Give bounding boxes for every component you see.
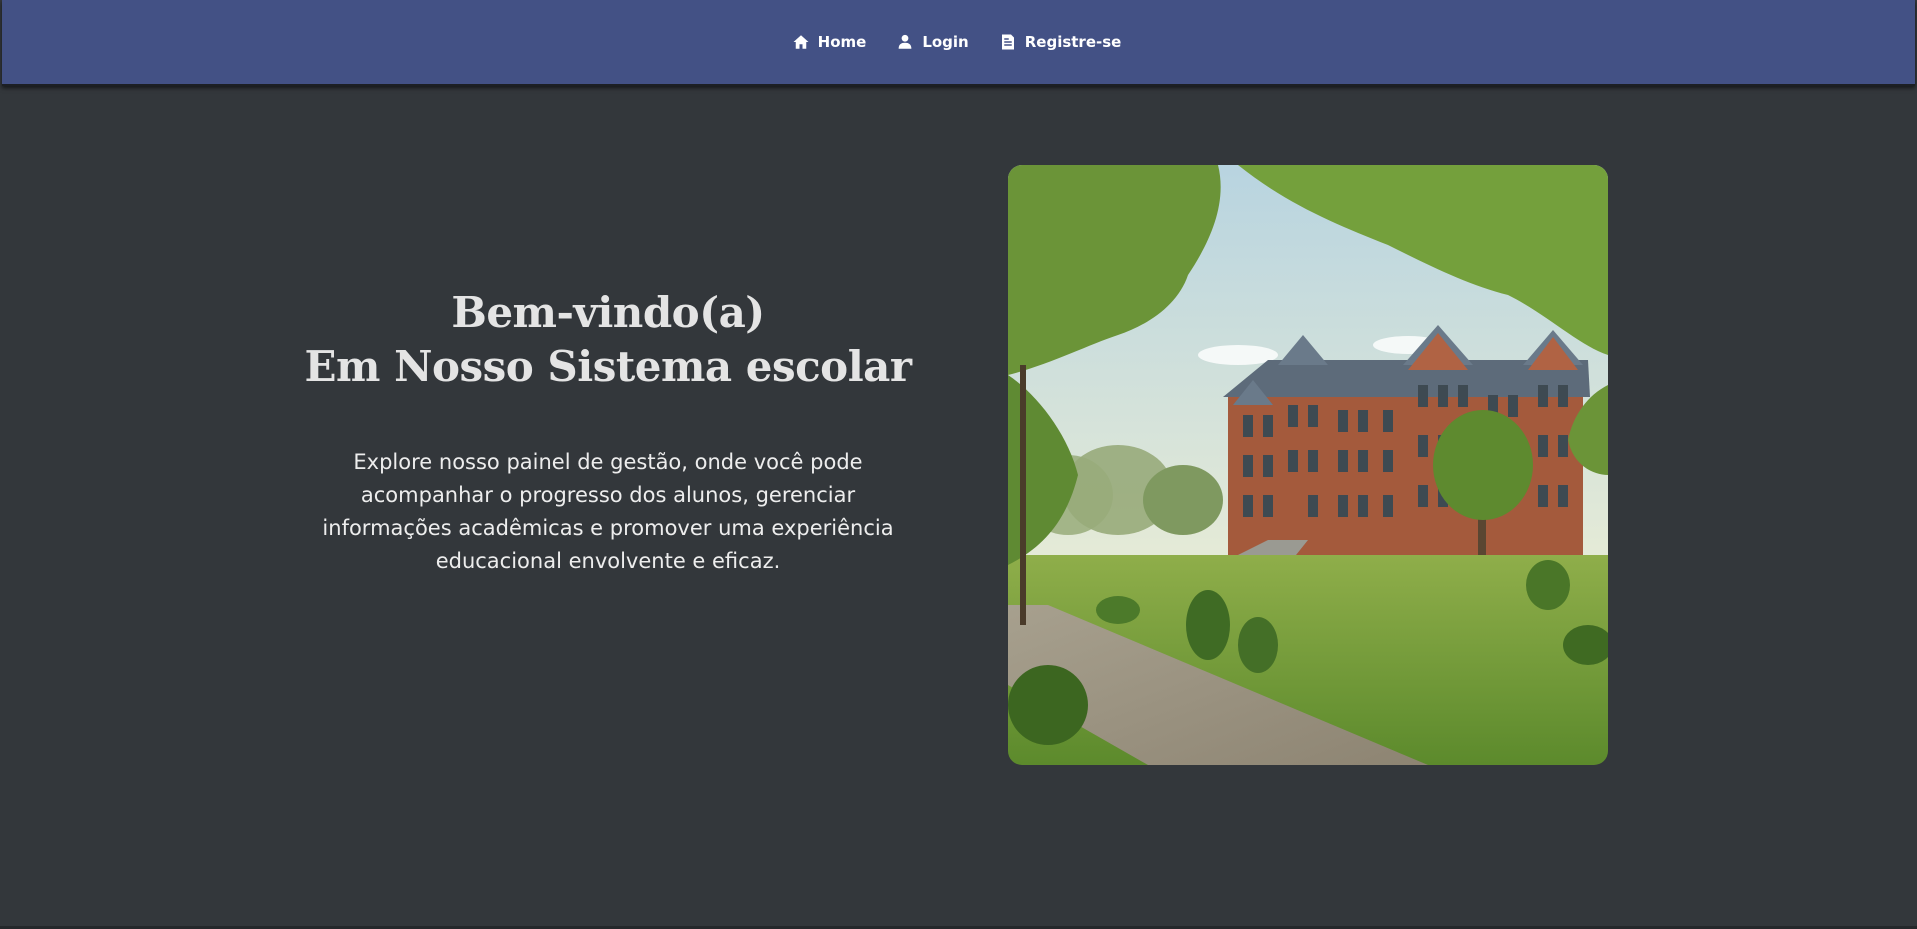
- register-icon: [999, 33, 1017, 51]
- nav-login-link[interactable]: Login: [896, 33, 969, 51]
- school-campus-image: [1008, 165, 1608, 765]
- nav-home-label: Home: [817, 33, 867, 51]
- top-navbar: Home Login Registre-se: [2, 0, 1915, 86]
- hero-section: Bem-vindo(a) Em Nosso Sistema escolar Ex…: [0, 86, 1917, 926]
- nav-menu: Home Login Registre-se: [792, 33, 1122, 51]
- user-icon: [896, 33, 914, 51]
- nav-login-label: Login: [922, 33, 969, 51]
- nav-home-link[interactable]: Home: [792, 33, 867, 51]
- hero-description: Explore nosso painel de gestão, onde voc…: [322, 450, 894, 573]
- hero-title-line1: Bem-vindo(a): [451, 288, 765, 337]
- nav-register-link[interactable]: Registre-se: [999, 33, 1122, 51]
- hero-text-block: Bem-vindo(a) Em Nosso Sistema escolar Ex…: [300, 286, 916, 578]
- hero-title-line2: Em Nosso Sistema escolar: [304, 342, 913, 391]
- nav-register-label: Registre-se: [1024, 33, 1122, 51]
- home-icon: [792, 33, 810, 51]
- hero-title: Bem-vindo(a) Em Nosso Sistema escolar: [300, 286, 916, 394]
